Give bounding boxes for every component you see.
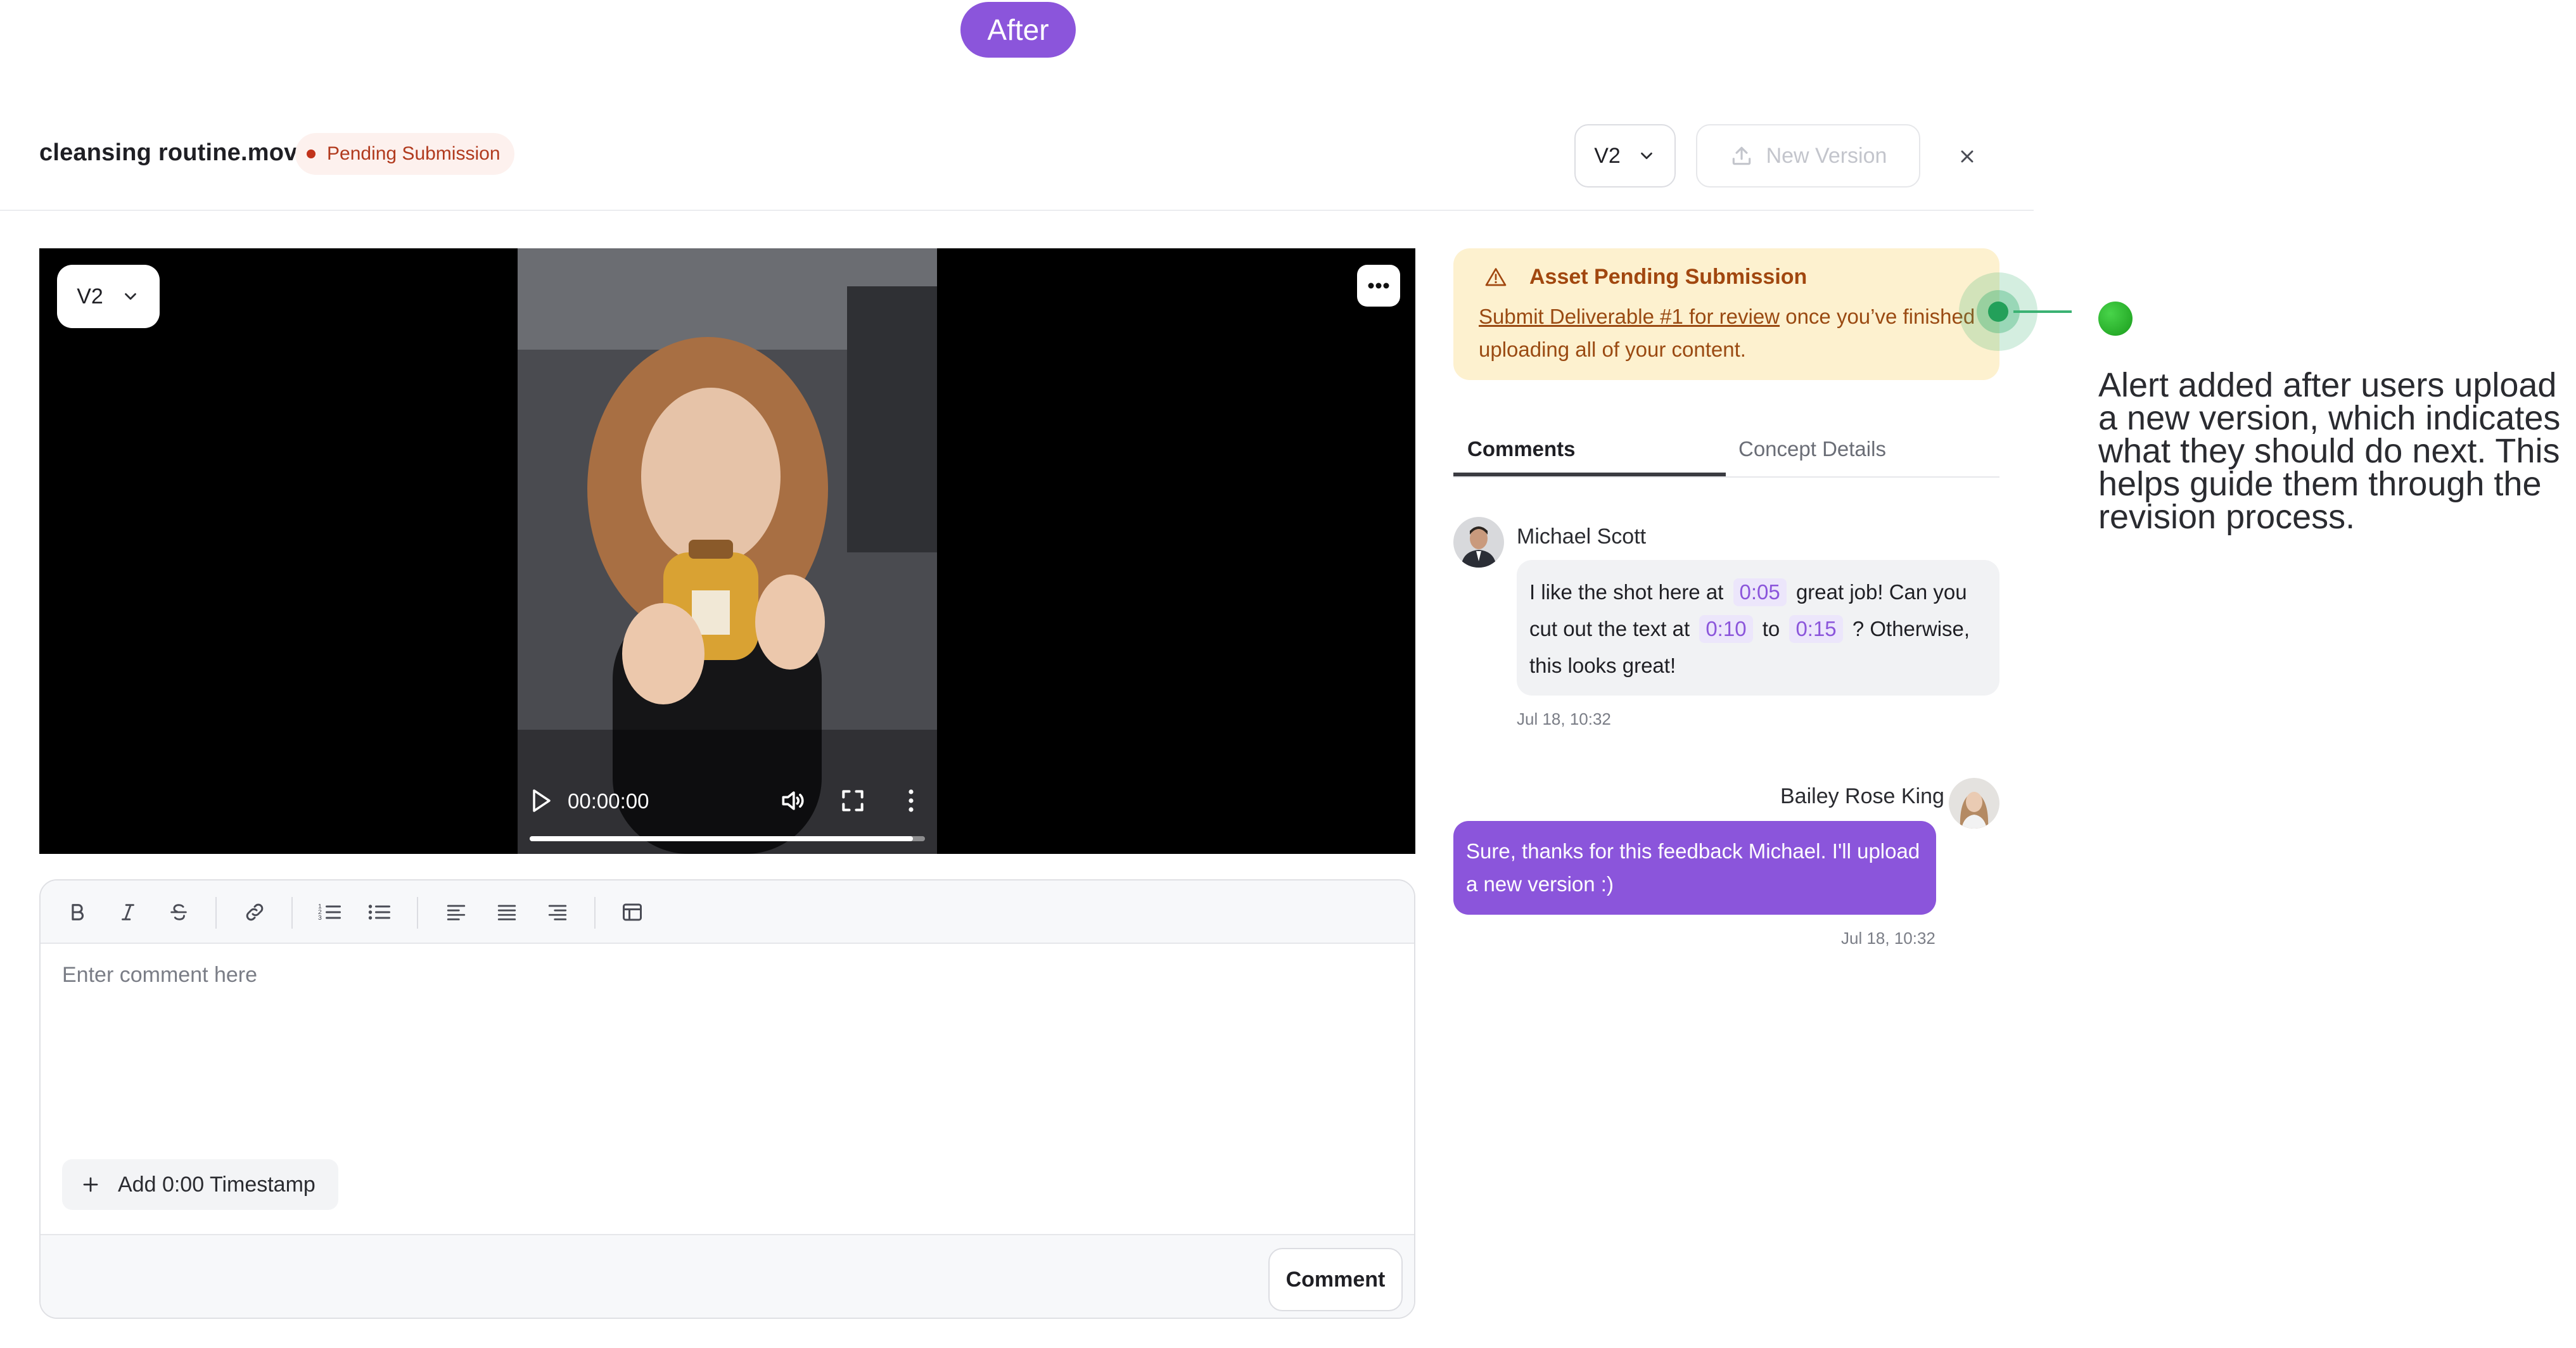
link-icon (246, 903, 264, 921)
table-icon (623, 903, 642, 921)
italic-icon (122, 904, 134, 920)
hotspot-marker-icon (1988, 302, 2008, 322)
file-name: cleansing routine.mov (39, 139, 298, 166)
reply-bubble: Sure, thanks for this feedback Michael. … (1453, 821, 1936, 915)
toolbar-divider (417, 897, 418, 929)
editor-footer: Comment (41, 1234, 1414, 1318)
video-more-button[interactable] (1357, 265, 1400, 307)
timestamp-chip[interactable]: 0:10 (1699, 615, 1753, 643)
svg-text:3: 3 (318, 914, 322, 922)
volume-icon[interactable] (778, 787, 807, 815)
avatar (1453, 517, 1504, 568)
comment-author: Michael Scott (1517, 525, 1647, 549)
play-icon[interactable] (531, 788, 552, 813)
status-badge: Pending Submission (295, 133, 514, 175)
alert-title: Asset Pending Submission (1529, 265, 1808, 289)
comment-author: Bailey Rose King (1780, 784, 1944, 808)
timestamp-chip[interactable]: 0:05 (1733, 578, 1787, 606)
align-left-button[interactable] (441, 897, 471, 927)
comment-timestamp: Jul 18, 10:32 (1517, 709, 1611, 728)
fullscreen-icon[interactable] (839, 787, 867, 815)
strikethrough-button[interactable] (163, 897, 194, 927)
after-label: After (960, 2, 1076, 58)
bold-icon (72, 904, 84, 920)
annotation-marker-icon (2098, 302, 2133, 336)
align-right-button[interactable] (542, 897, 573, 927)
add-timestamp-button[interactable]: Add 0:00 Timestamp (62, 1159, 338, 1210)
chevron-down-icon (1640, 152, 1652, 160)
align-justify-button[interactable] (492, 897, 522, 927)
version-select-value: V2 (1594, 143, 1621, 168)
video-version-value: V2 (77, 284, 103, 308)
timestamp-chip[interactable]: 0:15 (1789, 615, 1843, 643)
editor-toolbar: 123 (41, 881, 1414, 944)
table-button[interactable] (617, 897, 647, 927)
more-vertical-icon[interactable] (903, 785, 919, 816)
comment-timestamp: Jul 18, 10:32 (1841, 929, 1935, 948)
status-dot-icon (307, 149, 316, 158)
plus-icon (83, 1177, 98, 1192)
align-justify-icon (497, 905, 516, 920)
toolbar-divider (594, 897, 596, 929)
annotation-note: Alert added after users upload a new ver… (2098, 366, 2561, 536)
comment-text: to (1762, 617, 1780, 640)
tab-concept-details[interactable]: Concept Details (1738, 437, 1886, 461)
video-still-image (518, 248, 937, 854)
comment-bubble: I like the shot here at 0:05 great job! … (1517, 560, 1999, 696)
comment-text: I like the shot here at (1529, 580, 1724, 604)
comment-editor: 123 Enter comment here Add 0:00 Timestam… (39, 879, 1415, 1319)
warning-icon (1485, 268, 1507, 286)
toolbar-divider (291, 897, 293, 929)
status-label: Pending Submission (327, 143, 501, 164)
align-right-icon (548, 905, 567, 920)
panel-tabs: Comments Concept Details (1453, 423, 1999, 478)
bullet-list-icon (368, 905, 390, 920)
comment-placeholder: Enter comment here (62, 963, 258, 987)
bullet-list-button[interactable] (364, 897, 394, 927)
ordered-list-icon: 123 (318, 903, 341, 922)
annotation-connector (2013, 310, 2072, 313)
pending-submission-alert: Asset Pending Submission Submit Delivera… (1453, 248, 1999, 380)
strikethrough-icon (170, 904, 187, 920)
version-select[interactable]: V2 (1574, 124, 1676, 188)
ordered-list-button[interactable]: 123 (314, 897, 345, 927)
comment-submit-button[interactable]: Comment (1268, 1248, 1403, 1311)
header-divider (0, 210, 2034, 211)
align-left-icon (447, 905, 466, 920)
new-version-label: New Version (1766, 143, 1887, 168)
tab-comments[interactable]: Comments (1467, 437, 1576, 461)
close-button[interactable] (1949, 138, 1986, 175)
toolbar-divider (215, 897, 217, 929)
italic-button[interactable] (113, 897, 143, 927)
video-version-select[interactable]: V2 (57, 265, 160, 328)
link-button[interactable] (239, 897, 270, 927)
avatar (1949, 778, 1999, 829)
upload-icon (1732, 146, 1750, 165)
active-tab-indicator (1453, 473, 1726, 476)
add-timestamp-label: Add 0:00 Timestamp (118, 1172, 316, 1197)
new-version-button[interactable]: New Version (1696, 124, 1920, 188)
chevron-down-icon (124, 293, 136, 300)
submit-deliverable-link[interactable]: Submit Deliverable #1 for review (1479, 305, 1780, 328)
video-progress-fill (530, 836, 913, 841)
close-icon (1961, 150, 1973, 163)
video-time: 00:00:00 (568, 789, 649, 813)
bold-button[interactable] (62, 897, 92, 927)
alert-body: Submit Deliverable #1 for review once yo… (1479, 300, 1992, 366)
more-horizontal-icon (1368, 283, 1389, 289)
video-frame (518, 248, 937, 854)
